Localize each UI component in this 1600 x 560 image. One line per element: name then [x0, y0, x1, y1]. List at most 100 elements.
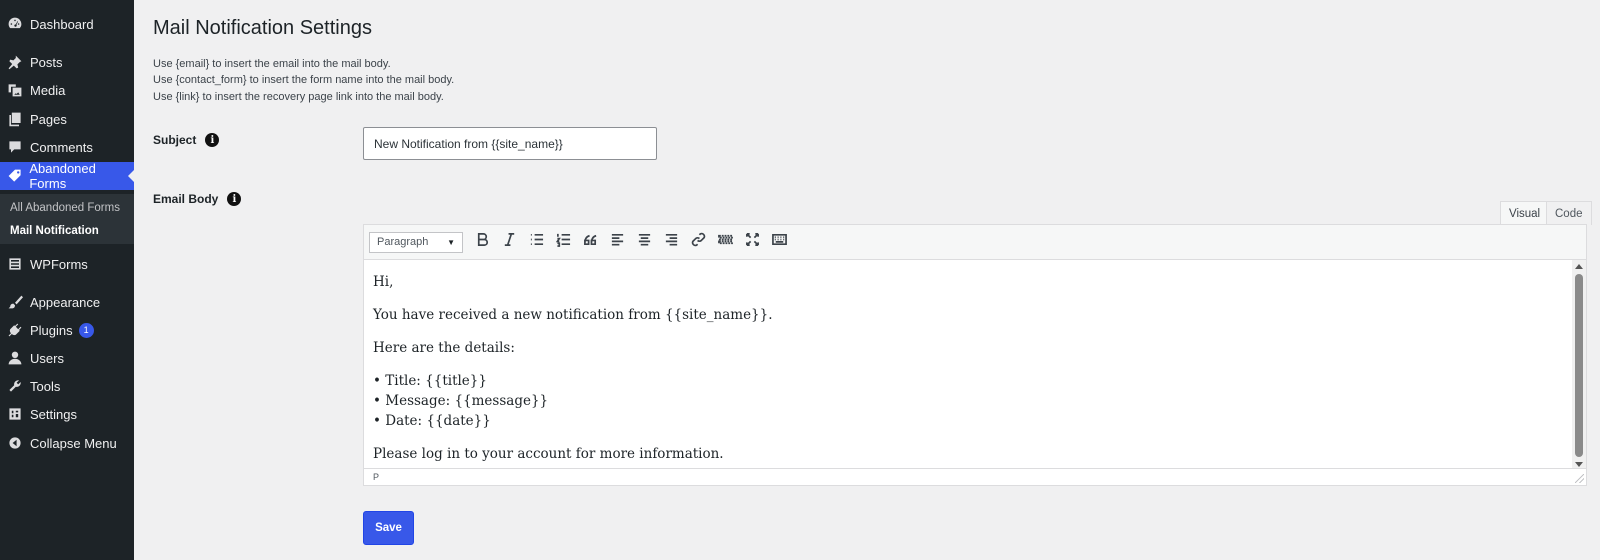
abandoned-forms-submenu: All Abandoned Forms Mail Notification [0, 194, 134, 244]
user-icon [0, 350, 30, 366]
format-select[interactable]: Paragraph ▼ [369, 231, 463, 253]
tag-icon [0, 168, 29, 184]
scroll-down-arrow[interactable] [1575, 462, 1583, 467]
plugin-icon [0, 322, 30, 338]
sidebar-item-appearance[interactable]: Appearance [0, 288, 134, 316]
resize-handle[interactable] [1575, 474, 1584, 483]
numbered-list-icon [555, 232, 571, 252]
list-item: • Message: {{message}} [373, 393, 549, 409]
read-more-button[interactable] [712, 229, 739, 256]
brush-icon [0, 294, 30, 310]
italic-icon [502, 232, 517, 252]
sidebar-item-label: Posts [30, 54, 63, 70]
align-right-icon [664, 232, 679, 252]
page-title: Mail Notification Settings [153, 17, 372, 39]
tab-code[interactable]: Code [1546, 201, 1592, 225]
comment-icon [0, 139, 30, 155]
blockquote-button[interactable] [577, 229, 604, 256]
info-icon[interactable]: i [227, 192, 242, 206]
admin-sidebar: Dashboard Posts Media Pages Comments Aba… [0, 0, 134, 560]
sidebar-item-settings[interactable]: Settings [0, 400, 134, 428]
sidebar-item-abandoned-forms[interactable]: Abandoned Forms [0, 161, 134, 191]
body-details-list: • Title: {{title}} • Message: {{message}… [373, 371, 1560, 431]
media-icon [0, 82, 30, 98]
help-text-link: Use {link} to insert the recovery page l… [153, 91, 444, 103]
scroll-thumb[interactable] [1575, 274, 1583, 457]
element-path[interactable]: P [373, 472, 379, 482]
sidebar-item-media[interactable]: Media [0, 76, 134, 104]
pin-icon [0, 54, 30, 70]
sidebar-item-label: Media [30, 82, 66, 98]
sidebar-item-plugins[interactable]: Plugins 1 [0, 316, 134, 344]
align-right-button[interactable] [658, 229, 685, 256]
bullet-list-button[interactable] [523, 229, 550, 256]
submenu-all-abandoned-forms[interactable]: All Abandoned Forms [10, 202, 120, 214]
sidebar-item-users[interactable]: Users [0, 344, 134, 372]
sidebar-item-label: Plugins [30, 322, 73, 338]
subject-label-row: Subject i [153, 133, 220, 147]
collapse-menu-button[interactable]: Collapse Menu [0, 429, 134, 457]
info-icon[interactable]: i [205, 133, 220, 147]
sidebar-item-posts[interactable]: Posts [0, 48, 134, 76]
body-intro: You have received a new notification fro… [373, 307, 773, 323]
sidebar-item-label: WPForms [30, 256, 88, 272]
bullet-list-icon [529, 232, 544, 252]
insert-link-button[interactable] [685, 229, 712, 256]
list-item: • Title: {{title}} [373, 373, 487, 389]
align-left-button[interactable] [604, 229, 631, 256]
active-indicator [128, 170, 134, 182]
email-body-label-row: Email Body i [153, 192, 242, 206]
save-button[interactable]: Save [363, 511, 414, 545]
toolbar-toggle-button[interactable] [766, 229, 793, 256]
editor-toolbar: Paragraph ▼ [364, 225, 1586, 260]
sidebar-item-label: Users [30, 350, 64, 366]
sidebar-item-label: Dashboard [30, 16, 94, 32]
numbered-list-button[interactable] [550, 229, 577, 256]
body-closing: Please log in to your account for more i… [373, 446, 724, 462]
italic-button[interactable] [496, 229, 523, 256]
sidebar-item-tools[interactable]: Tools [0, 372, 134, 400]
sidebar-item-label: Tools [30, 378, 61, 394]
align-center-icon [637, 232, 652, 252]
collapse-icon [0, 435, 30, 451]
scroll-up-arrow[interactable] [1575, 264, 1583, 269]
settings-icon [0, 406, 30, 422]
body-greeting: Hi, [373, 274, 394, 290]
link-icon [691, 232, 706, 252]
editor-content[interactable]: Hi, You have received a new notification… [364, 260, 1569, 471]
email-body-label: Email Body [153, 192, 219, 206]
bold-icon [475, 232, 490, 252]
sidebar-item-label: Comments [30, 139, 93, 155]
align-left-icon [610, 232, 625, 252]
update-count-badge: 1 [78, 322, 94, 338]
editor-scrollbar[interactable] [1572, 260, 1586, 471]
help-text-contact-form: Use {contact_form} to insert the form na… [153, 74, 455, 86]
body-details-heading: Here are the details: [373, 340, 515, 356]
help-text-email: Use {email} to insert the email into the… [153, 58, 391, 70]
submenu-mail-notification[interactable]: Mail Notification [10, 225, 99, 237]
pages-icon [0, 111, 30, 127]
read-more-icon [718, 232, 733, 252]
subject-input[interactable] [363, 127, 657, 160]
form-icon [0, 256, 30, 272]
sidebar-item-label: Settings [30, 406, 77, 422]
sidebar-item-comments[interactable]: Comments [0, 133, 134, 161]
sidebar-item-pages[interactable]: Pages [0, 105, 134, 133]
subject-label: Subject [153, 133, 197, 147]
fullscreen-icon [745, 232, 760, 252]
format-select-value: Paragraph [377, 236, 429, 248]
wrench-icon [0, 378, 30, 394]
sidebar-item-dashboard[interactable]: Dashboard [0, 10, 134, 38]
bold-button[interactable] [469, 229, 496, 256]
list-item: • Date: {{date}} [373, 413, 491, 429]
fullscreen-button[interactable] [739, 229, 766, 256]
sidebar-item-label: Abandoned Forms [29, 161, 96, 191]
sidebar-item-wpforms[interactable]: WPForms [0, 250, 134, 278]
sidebar-item-label: Pages [30, 111, 67, 127]
sidebar-item-label: Collapse Menu [30, 435, 117, 451]
tab-visual[interactable]: Visual [1500, 201, 1550, 225]
chevron-down-icon: ▼ [447, 237, 455, 247]
keyboard-icon [772, 232, 787, 252]
align-center-button[interactable] [631, 229, 658, 256]
dashboard-icon [0, 16, 30, 32]
